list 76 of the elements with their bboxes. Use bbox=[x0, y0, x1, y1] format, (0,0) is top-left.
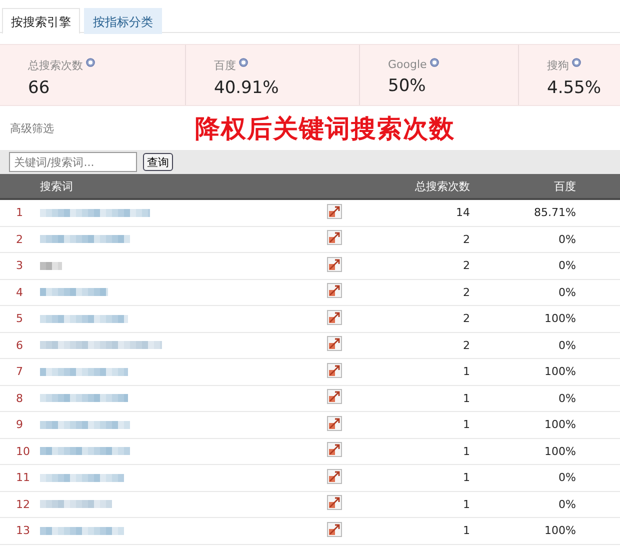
help-icon bbox=[239, 58, 248, 67]
rank-number: 1 bbox=[15, 206, 24, 220]
table-cell: 2 bbox=[463, 259, 470, 272]
chart-icon[interactable] bbox=[327, 256, 342, 272]
help-icon bbox=[86, 58, 95, 67]
table-cell-text: 85.71% bbox=[533, 206, 576, 220]
overlay-title: 降权后关键词搜索次数 bbox=[195, 112, 455, 144]
table-cell-text: 0% bbox=[558, 286, 576, 299]
search-button[interactable]: 查询 bbox=[143, 153, 173, 171]
stat-label: 搜狗 bbox=[547, 58, 569, 73]
table-cell: 2 bbox=[463, 338, 470, 352]
stat-label: Google bbox=[388, 58, 427, 71]
chart-icon[interactable] bbox=[327, 310, 342, 325]
rank-number: 10 bbox=[15, 444, 31, 458]
table-cell-text: 0% bbox=[558, 498, 576, 511]
table-cell: 1 bbox=[463, 444, 470, 458]
table-cell-text: 0% bbox=[558, 471, 576, 484]
column-header: 搜索词 bbox=[40, 178, 74, 194]
chart-icon[interactable] bbox=[327, 442, 342, 458]
tab[interactable]: 按指标分类 bbox=[84, 8, 162, 34]
rank-number: 9 bbox=[15, 418, 24, 432]
table-cell: 1 bbox=[463, 471, 470, 484]
chart-icon[interactable] bbox=[327, 468, 342, 484]
table-cell-text: 100% bbox=[544, 312, 576, 326]
table-cell: 1 bbox=[463, 524, 470, 538]
chart-icon[interactable] bbox=[327, 416, 342, 431]
blurred-term-drawing bbox=[40, 260, 62, 272]
table-cell-text: 100% bbox=[544, 524, 576, 538]
chart-icon[interactable] bbox=[327, 204, 342, 219]
rank-number: 2 bbox=[15, 232, 24, 246]
chart-icon[interactable] bbox=[327, 230, 342, 246]
table-cell-text: 100% bbox=[544, 365, 576, 378]
rank-number: 13 bbox=[15, 524, 31, 538]
column-header: 总搜索次数 bbox=[414, 178, 470, 194]
stat-value: 50% bbox=[388, 76, 427, 96]
table-cell-text: 0% bbox=[558, 259, 576, 272]
chart-icon[interactable] bbox=[327, 389, 342, 404]
table-cell: 2 bbox=[463, 232, 470, 246]
rank-number: 11 bbox=[15, 471, 31, 484]
stat-label: 总搜索次数 bbox=[28, 58, 83, 73]
table-cell-text: 0% bbox=[558, 338, 576, 352]
rank-number: 12 bbox=[15, 498, 31, 511]
table-cell: 2 bbox=[463, 312, 470, 326]
table-cell: 2 bbox=[463, 286, 470, 299]
chart-icon[interactable] bbox=[327, 522, 342, 537]
table-cell: 1 bbox=[463, 365, 470, 378]
stat-label: 百度 bbox=[214, 58, 236, 73]
stat-value: 66 bbox=[28, 78, 51, 98]
chart-icon[interactable] bbox=[327, 283, 342, 298]
stat-value: 4.55% bbox=[547, 78, 602, 98]
advanced-filter-link[interactable]: 高级筛选 bbox=[10, 120, 195, 136]
blurred-term-drawing bbox=[40, 498, 112, 510]
rank-number: 3 bbox=[15, 259, 24, 272]
chart-icon[interactable] bbox=[327, 336, 342, 352]
table-cell: 1 bbox=[463, 418, 470, 432]
column-header: 百度 bbox=[553, 178, 576, 194]
table-cell: 14 bbox=[456, 206, 470, 220]
table-cell-text: 100% bbox=[544, 444, 576, 458]
table-cell-text: 0% bbox=[558, 232, 576, 246]
table-cell-text: 100% bbox=[544, 418, 576, 432]
rank-number: 5 bbox=[15, 312, 24, 326]
blurred-term-drawing bbox=[40, 286, 108, 298]
rank-number: 7 bbox=[15, 365, 24, 378]
rank-number: 8 bbox=[15, 392, 24, 405]
tab[interactable]: 按搜索引擎 bbox=[2, 8, 80, 34]
table-cell: 1 bbox=[463, 392, 470, 405]
help-icon bbox=[430, 58, 439, 67]
rank-number: 4 bbox=[15, 286, 24, 299]
chart-icon[interactable] bbox=[327, 362, 342, 378]
chart-icon[interactable] bbox=[327, 495, 342, 510]
stat-value: 40.91% bbox=[214, 78, 280, 98]
search-field[interactable]: 关键词/搜索词... bbox=[9, 152, 137, 172]
table-cell-text: 0% bbox=[558, 392, 576, 405]
help-icon bbox=[572, 58, 581, 67]
rank-number: 6 bbox=[15, 338, 24, 352]
table-cell: 1 bbox=[463, 498, 470, 511]
